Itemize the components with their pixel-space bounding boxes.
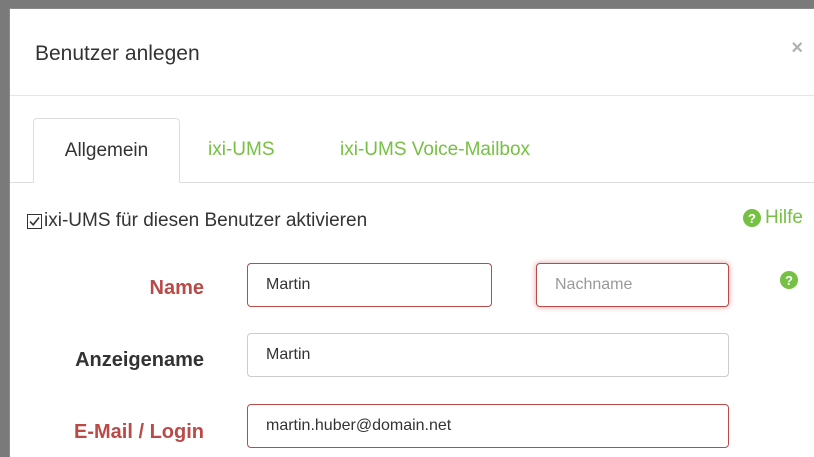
- name-help-icon[interactable]: ?: [780, 271, 798, 289]
- tab-allgemein[interactable]: Allgemein: [33, 118, 180, 183]
- close-icon[interactable]: ×: [791, 37, 803, 60]
- first-name-input[interactable]: [247, 263, 492, 307]
- activate-label: ixi-UMS für diesen Benutzer aktivieren: [44, 210, 368, 231]
- dialog-header: Benutzer anlegen ×: [10, 9, 814, 96]
- question-circle-icon: ?: [742, 209, 761, 227]
- checkmark-icon: [29, 216, 40, 226]
- create-user-dialog: Benutzer anlegen × Allgemein ixi-UMS ixi…: [9, 8, 814, 457]
- help-label: Hilfe: [764, 207, 803, 228]
- last-name-input[interactable]: [536, 263, 729, 307]
- tab-ixi-ums[interactable]: ixi-UMS: [208, 118, 275, 182]
- email-login-input[interactable]: [247, 404, 729, 448]
- name-label: Name: [149, 277, 204, 299]
- tab-ixi-ums-voice-mailbox[interactable]: ixi-UMS Voice-Mailbox: [340, 118, 530, 182]
- activate-checkbox[interactable]: [27, 213, 42, 229]
- activate-row: ixi-UMS für diesen Benutzer aktivieren: [27, 210, 367, 232]
- email-login-label: E-Mail / Login: [74, 421, 204, 443]
- display-name-label: Anzeigename: [75, 349, 204, 371]
- help-link[interactable]: ? Hilfe: [742, 207, 803, 229]
- dialog-title: Benutzer anlegen: [35, 42, 200, 65]
- tab-bar: Allgemein ixi-UMS ixi-UMS Voice-Mailbox: [10, 118, 814, 183]
- display-name-input[interactable]: [247, 333, 729, 377]
